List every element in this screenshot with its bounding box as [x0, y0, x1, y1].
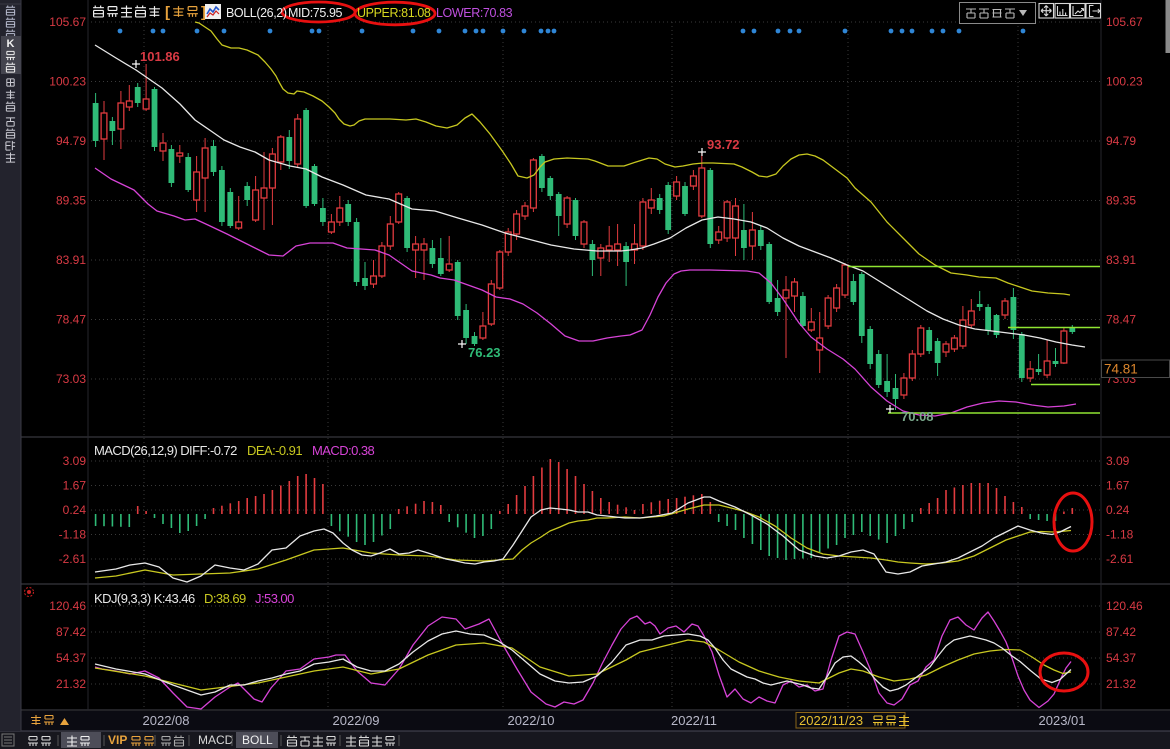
svg-text:3.09: 3.09: [63, 454, 87, 468]
svg-text:[: [: [165, 4, 170, 21]
svg-text:D:38.69: D:38.69: [204, 591, 246, 606]
svg-text:21.32: 21.32: [1106, 677, 1136, 691]
svg-text:100.23: 100.23: [49, 75, 86, 89]
svg-text:LOWER:70.83: LOWER:70.83: [436, 6, 513, 20]
svg-text:54.37: 54.37: [1106, 651, 1136, 665]
svg-text:MACD:0.38: MACD:0.38: [312, 443, 375, 458]
svg-text:2022/10: 2022/10: [508, 713, 555, 728]
svg-text:-2.61: -2.61: [59, 552, 87, 566]
svg-text:MACD: MACD: [198, 733, 234, 747]
svg-text:120.46: 120.46: [1106, 599, 1143, 613]
svg-text:87.42: 87.42: [56, 625, 86, 639]
svg-text:2022/09: 2022/09: [333, 713, 380, 728]
svg-text:21.32: 21.32: [56, 677, 86, 691]
svg-text:94.79: 94.79: [56, 134, 86, 148]
svg-text:93.72: 93.72: [707, 137, 740, 152]
svg-text:MACD(26,12,9) DIFF:-0.72: MACD(26,12,9) DIFF:-0.72: [94, 443, 237, 458]
svg-text:70.08: 70.08: [901, 409, 934, 424]
svg-text:83.91: 83.91: [56, 253, 86, 267]
svg-text:74.81: 74.81: [1104, 362, 1138, 377]
svg-text:VIP: VIP: [108, 733, 127, 747]
svg-text:J:53.00: J:53.00: [255, 591, 294, 606]
svg-text:94.79: 94.79: [1106, 134, 1136, 148]
svg-text:0.24: 0.24: [63, 503, 87, 517]
svg-text:DEA:-0.91: DEA:-0.91: [247, 443, 302, 458]
svg-text:2022/08: 2022/08: [143, 713, 190, 728]
svg-text:100.23: 100.23: [1106, 75, 1143, 89]
svg-text:78.47: 78.47: [56, 313, 86, 327]
svg-text:-2.61: -2.61: [1106, 552, 1134, 566]
svg-text:KDJ(9,3,3) K:43.46: KDJ(9,3,3) K:43.46: [94, 591, 195, 606]
svg-text:105.67: 105.67: [1106, 15, 1143, 29]
svg-text:3.09: 3.09: [1106, 454, 1130, 468]
svg-text:0.24: 0.24: [1106, 503, 1130, 517]
svg-text:120.46: 120.46: [49, 599, 86, 613]
svg-text:2022/11: 2022/11: [671, 713, 717, 728]
svg-text:-1.18: -1.18: [1106, 528, 1134, 542]
svg-text:76.23: 76.23: [468, 345, 501, 360]
svg-text:1.67: 1.67: [1106, 479, 1130, 493]
svg-text:101.86: 101.86: [140, 49, 180, 64]
svg-text:87.42: 87.42: [1106, 625, 1136, 639]
svg-text:2022/11/23: 2022/11/23: [799, 713, 863, 728]
svg-text:89.35: 89.35: [1106, 194, 1136, 208]
svg-text:89.35: 89.35: [56, 194, 86, 208]
svg-text:73.03: 73.03: [56, 372, 86, 386]
svg-text:54.37: 54.37: [56, 651, 86, 665]
svg-text:UPPER:81.08: UPPER:81.08: [357, 6, 431, 20]
svg-text:-1.18: -1.18: [59, 528, 87, 542]
svg-text:MID:75.95: MID:75.95: [288, 6, 343, 20]
svg-text:2023/01: 2023/01: [1039, 713, 1086, 728]
svg-text:1.67: 1.67: [63, 479, 87, 493]
svg-text:83.91: 83.91: [1106, 253, 1136, 267]
svg-text:K: K: [7, 38, 15, 50]
svg-text:78.47: 78.47: [1106, 313, 1136, 327]
svg-text:105.67: 105.67: [49, 15, 86, 29]
svg-text:BOLL: BOLL: [242, 733, 273, 747]
svg-text:BOLL(26,2): BOLL(26,2): [226, 6, 287, 20]
